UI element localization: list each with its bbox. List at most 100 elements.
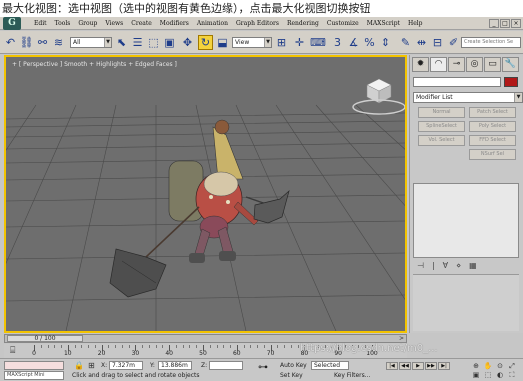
hierarchy-tab-icon[interactable]: ⊸: [448, 57, 465, 72]
angle-snap-icon[interactable]: ∡: [346, 35, 361, 50]
undo-icon[interactable]: ↶: [3, 35, 18, 50]
make-unique-icon[interactable]: ∀: [443, 260, 448, 272]
mirror-icon[interactable]: ⇹: [414, 35, 429, 50]
menu-animation[interactable]: Animation: [193, 17, 232, 30]
spinner-snap-icon[interactable]: ⇕: [378, 35, 393, 50]
menu-help[interactable]: Help: [404, 17, 427, 30]
selection-filter-dropdown[interactable]: All ▼: [70, 37, 112, 48]
maximize-button[interactable]: □: [500, 19, 510, 28]
close-button[interactable]: ×: [511, 19, 521, 28]
show-end-result-icon[interactable]: |: [432, 260, 435, 272]
select-scale-icon[interactable]: ⬓: [215, 35, 230, 50]
configure-sets-icon[interactable]: ▦: [469, 260, 477, 272]
bind-space-warp-icon[interactable]: ≋: [51, 35, 66, 50]
go-to-start-icon[interactable]: |◀: [386, 362, 398, 370]
go-to-end-icon[interactable]: ▶|: [438, 362, 450, 370]
menu-rendering[interactable]: Rendering: [283, 17, 323, 30]
minimize-button[interactable]: _: [489, 19, 499, 28]
percent-snap-icon[interactable]: %: [362, 35, 377, 50]
menu-maxscript[interactable]: MAXScript: [363, 17, 404, 30]
percent-snap-label: %: [364, 36, 375, 49]
menu-views[interactable]: Views: [101, 17, 127, 30]
rectangular-region-icon[interactable]: ⬚: [146, 35, 161, 50]
character-model: [109, 119, 290, 298]
next-frame-icon[interactable]: ▶▶: [425, 362, 437, 370]
menu-graph-editors[interactable]: Graph Editors: [232, 17, 283, 30]
remove-modifier-icon[interactable]: ⋄: [456, 260, 461, 272]
z-coordinate-field[interactable]: [209, 361, 243, 370]
select-by-name-icon[interactable]: ☰: [130, 35, 145, 50]
ffd-select-button[interactable]: FFD Select: [469, 135, 516, 146]
set-key-button[interactable]: Set Key: [280, 371, 310, 380]
edit-named-selection-icon[interactable]: ✐: [446, 35, 461, 50]
app-logo-icon[interactable]: G: [3, 17, 21, 30]
modifier-list-dropdown[interactable]: Modifier List ▼: [413, 92, 523, 103]
align-icon[interactable]: ⊟: [430, 35, 445, 50]
menu-edit[interactable]: Edit: [30, 17, 51, 30]
x-coordinate-field[interactable]: 7.327m: [109, 361, 143, 370]
page-caption: 最大化视图：选中视图（选中的视图有黄色边缘），点击最大化视图切换按钮: [2, 2, 371, 15]
window-crossing-icon[interactable]: ▣: [162, 35, 177, 50]
set-key-icon[interactable]: ⊶: [258, 362, 268, 373]
object-name-field[interactable]: [413, 77, 501, 87]
time-slider-thumb[interactable]: 0 / 100: [7, 335, 83, 342]
curve-editor-icon[interactable]: ⌸: [10, 346, 15, 356]
object-color-swatch[interactable]: [504, 77, 518, 87]
select-object-icon[interactable]: ⬉: [114, 35, 129, 50]
zoom-all-icon[interactable]: ⛶: [506, 371, 518, 379]
time-slider-next-icon[interactable]: >: [399, 335, 404, 342]
pivot-center-icon[interactable]: ⊞: [274, 35, 289, 50]
spline-select-button[interactable]: SplineSelect: [418, 121, 465, 132]
modify-tab-icon[interactable]: ◠: [430, 57, 447, 72]
menu-group[interactable]: Group: [74, 17, 101, 30]
normal-button[interactable]: Normal: [418, 107, 465, 118]
modifier-stack[interactable]: [413, 183, 519, 258]
zoom-extents-icon[interactable]: ▣: [470, 371, 482, 379]
track-minor-tick: [108, 345, 110, 348]
keyboard-shortcut-icon[interactable]: ⌨: [310, 35, 326, 50]
menu-customize[interactable]: Customize: [323, 17, 363, 30]
menu-create[interactable]: Create: [127, 17, 156, 30]
field-of-view-icon[interactable]: ◐: [494, 371, 506, 379]
motion-tab-icon[interactable]: ◎: [466, 57, 483, 72]
previous-frame-icon[interactable]: ◀◀: [399, 362, 411, 370]
zoom-icon[interactable]: ⊕: [470, 362, 482, 370]
absolute-mode-icon[interactable]: ⊞: [88, 361, 95, 370]
select-manipulate-icon[interactable]: ✛: [292, 35, 307, 50]
zoom-region-icon[interactable]: ⬚: [482, 371, 494, 379]
display-tab-icon[interactable]: ▭: [484, 57, 501, 72]
named-selection-icon[interactable]: ✎: [398, 35, 413, 50]
utilities-tab-icon[interactable]: 🔧: [502, 57, 519, 72]
y-coordinate-field[interactable]: 13.886m: [158, 361, 192, 370]
orbit-icon[interactable]: ⊙: [494, 362, 506, 370]
select-rotate-icon[interactable]: ↻: [198, 35, 213, 50]
select-link-icon[interactable]: ⛓: [19, 35, 34, 50]
named-selection-input[interactable]: Create Selection Se: [461, 37, 521, 48]
unlink-icon[interactable]: ⚯: [35, 35, 50, 50]
pin-stack-icon[interactable]: ⊣: [417, 260, 424, 272]
perspective-viewport[interactable]: + [ Perspective ] Smooth + Highlights + …: [4, 55, 407, 333]
select-move-icon[interactable]: ✥: [180, 35, 195, 50]
maxscript-listener-input[interactable]: MAXScript Mini: [4, 371, 64, 380]
vol-select-button[interactable]: Vol. Select: [418, 135, 465, 146]
create-tab-icon[interactable]: ✹: [412, 57, 429, 72]
viewport-label[interactable]: + [ Perspective ] Smooth + Highlights + …: [12, 61, 177, 68]
pan-icon[interactable]: ✋: [482, 362, 494, 370]
nsurf-sel-button[interactable]: NSurf Sel: [469, 149, 516, 160]
viewcube-icon[interactable]: [352, 78, 405, 115]
play-icon[interactable]: ▶: [412, 362, 424, 370]
auto-key-button[interactable]: Auto Key: [280, 361, 310, 370]
snaps-toggle-icon[interactable]: 3: [330, 35, 345, 50]
patch-select-button[interactable]: Patch Select: [469, 107, 516, 118]
maximize-viewport-toggle-icon[interactable]: ⤢: [506, 362, 518, 370]
poly-select-button[interactable]: Poly Select: [469, 121, 516, 132]
selection-lock-icon[interactable]: 🔒: [74, 361, 84, 370]
menu-tools[interactable]: Tools: [51, 17, 75, 30]
menu-modifiers[interactable]: Modifiers: [156, 17, 193, 30]
time-slider[interactable]: < 0 / 100 >: [4, 334, 407, 343]
key-selection-dropdown[interactable]: Selected: [311, 361, 349, 370]
maxscript-output[interactable]: [4, 361, 64, 370]
key-filters-button[interactable]: Key Filters...: [334, 371, 374, 380]
track-minor-tick: [230, 345, 232, 348]
reference-coordinate-dropdown[interactable]: View ▼: [232, 37, 272, 48]
